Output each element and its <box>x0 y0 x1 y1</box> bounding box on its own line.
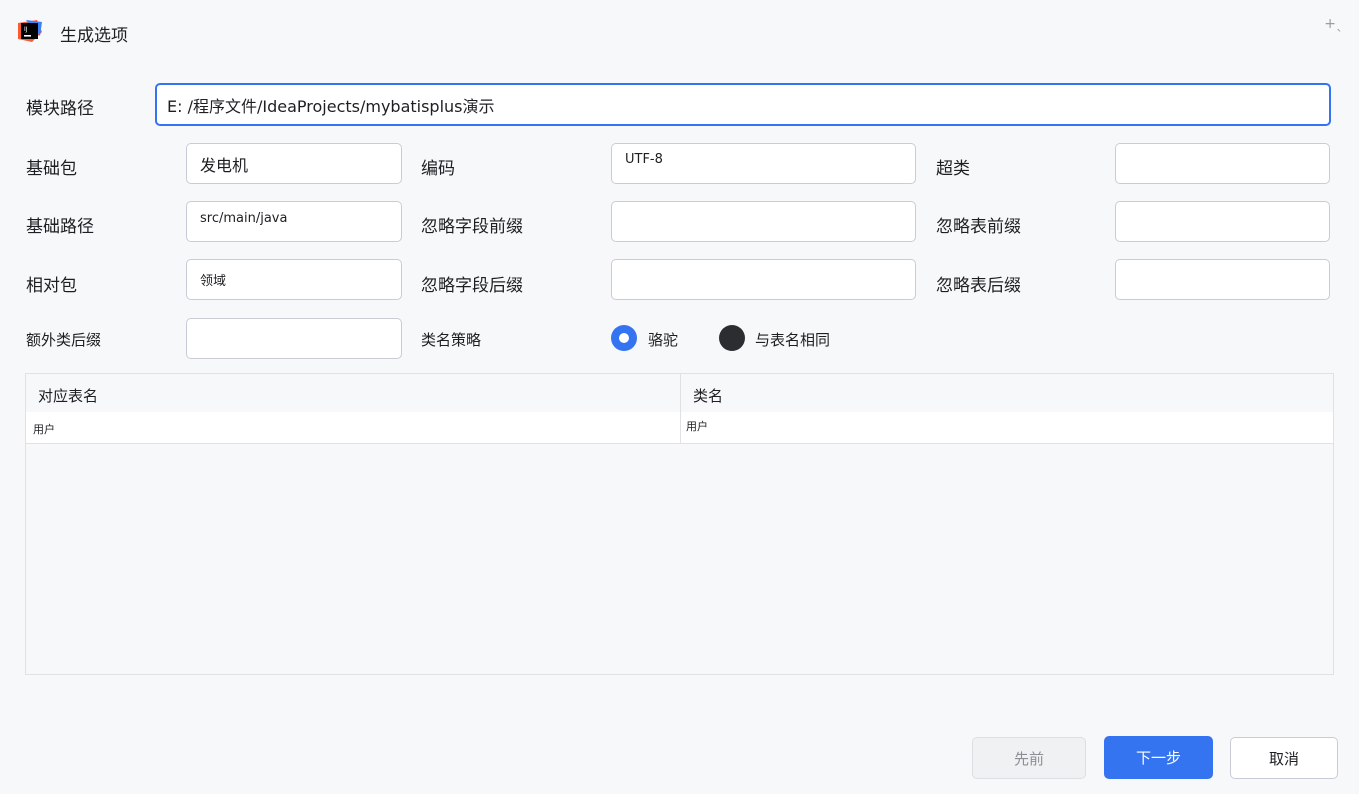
column-header-table-name[interactable]: 对应表名 <box>38 385 98 406</box>
pin-icon[interactable]: +ˎ <box>1324 16 1343 32</box>
camel-case-label[interactable]: 骆驼 <box>648 329 678 350</box>
extra-class-suffix-input[interactable] <box>186 318 402 359</box>
camel-case-radio[interactable] <box>611 325 637 351</box>
same-as-table-radio[interactable] <box>719 325 745 351</box>
encoding-input[interactable]: UTF-8 <box>611 143 916 184</box>
module-path-label: 模块路径 <box>26 99 94 119</box>
window-title: 生成选项 <box>60 26 128 46</box>
ignore-table-prefix-label: 忽略表前缀 <box>936 217 1021 237</box>
superclass-input[interactable] <box>1115 143 1330 184</box>
relative-package-input[interactable]: 领域 <box>186 259 402 300</box>
cancel-button[interactable]: 取消 <box>1230 737 1338 779</box>
title-bar: IJ 生成选项 +ˎ <box>0 0 1359 62</box>
relative-package-label: 相对包 <box>26 276 77 296</box>
table-cell-class-name[interactable]: 用户 <box>686 418 708 434</box>
base-path-label: 基础路径 <box>26 217 94 237</box>
ignore-field-prefix-input[interactable] <box>611 201 916 242</box>
same-as-table-label[interactable]: 与表名相同 <box>755 329 830 350</box>
svg-text:IJ: IJ <box>24 26 28 33</box>
ignore-field-suffix-input[interactable] <box>611 259 916 300</box>
base-path-input[interactable]: src/main/java <box>186 201 402 242</box>
ignore-table-suffix-input[interactable] <box>1115 259 1330 300</box>
encoding-label: 编码 <box>421 159 455 179</box>
ignore-table-suffix-label: 忽略表后缀 <box>936 276 1021 296</box>
base-package-label: 基础包 <box>26 159 77 179</box>
ignore-table-prefix-input[interactable] <box>1115 201 1330 242</box>
previous-button[interactable]: 先前 <box>972 737 1086 779</box>
table-mapping: 对应表名 类名 用户 用户 <box>25 373 1334 675</box>
class-name-strategy-label: 类名策略 <box>421 331 482 349</box>
base-package-input[interactable]: 发电机 <box>186 143 402 184</box>
extra-class-suffix-label: 额外类后缀 <box>26 331 102 349</box>
column-header-class-name[interactable]: 类名 <box>693 385 723 406</box>
intellij-app-icon: IJ <box>18 20 42 42</box>
ignore-field-prefix-label: 忽略字段前缀 <box>421 217 523 237</box>
superclass-label: 超类 <box>936 159 970 179</box>
table-cell-table-name: 用户 <box>33 423 55 436</box>
next-button[interactable]: 下一步 <box>1104 736 1213 779</box>
column-divider[interactable] <box>680 374 681 444</box>
ignore-field-suffix-label: 忽略字段后缀 <box>421 276 523 296</box>
module-path-input[interactable]: E: /程序文件/IdeaProjects/mybatisplus演示 <box>155 83 1331 126</box>
